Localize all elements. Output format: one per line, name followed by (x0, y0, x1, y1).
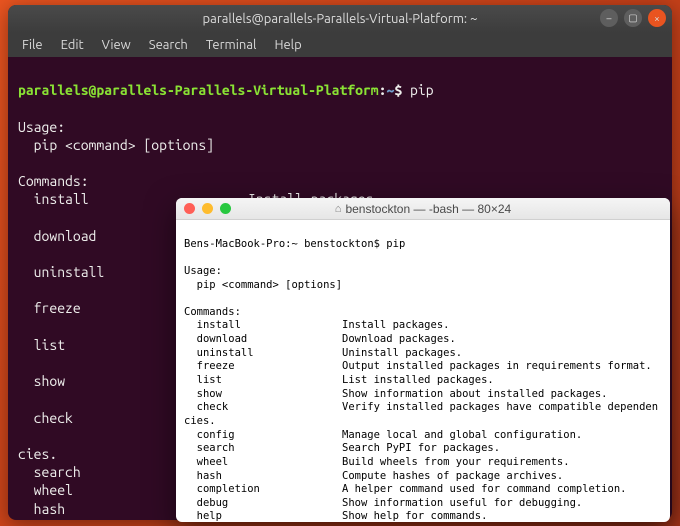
wrap-line: cies. (184, 415, 216, 427)
minimize-button[interactable] (202, 203, 213, 214)
ubuntu-command: pip (410, 82, 434, 98)
cmd-name: search (184, 442, 342, 456)
mac-window-title: benstockton — -bash — 80×24 (345, 202, 511, 216)
commands-label: Commands: (184, 306, 241, 318)
cmd-desc: A helper command used for command comple… (342, 483, 626, 495)
usage-label: Usage: (184, 265, 222, 277)
usage-label: Usage: (18, 119, 65, 135)
home-icon: ⌂ (335, 203, 342, 215)
cmd-name: freeze (184, 360, 342, 374)
cmd-desc: List installed packages. (342, 374, 494, 386)
cmd-name: install (184, 319, 342, 333)
mac-command: pip (386, 238, 405, 250)
cmd-name: wheel (18, 482, 73, 498)
menu-file[interactable]: File (14, 36, 51, 54)
mac-prompt: Bens-MacBook-Pro:~ benstockton$ (184, 238, 386, 250)
cmd-name: completion (18, 519, 112, 520)
cmd-name: completion (184, 483, 342, 497)
ubuntu-window-controls: – ▢ × (600, 9, 666, 27)
close-button[interactable] (184, 203, 195, 214)
cmd-name: hash (18, 501, 65, 517)
maximize-button[interactable]: ▢ (624, 9, 642, 27)
cmd-desc: Download packages. (342, 333, 456, 345)
ubuntu-titlebar: parallels@parallels-Parallels-Virtual-Pl… (8, 5, 672, 33)
menu-edit[interactable]: Edit (53, 36, 92, 54)
ubuntu-window-title: parallels@parallels-Parallels-Virtual-Pl… (203, 12, 478, 26)
zoom-button[interactable] (220, 203, 231, 214)
cmd-name: check (184, 401, 342, 415)
usage-line: pip <command> [options] (18, 137, 214, 153)
cmd-name: wheel (184, 456, 342, 470)
wrap-line: cies. (18, 446, 57, 462)
cmd-desc: Uninstall packages. (342, 347, 462, 359)
mac-window-controls (184, 203, 231, 214)
mac-terminal-output[interactable]: Bens-MacBook-Pro:~ benstockton$ pip Usag… (176, 220, 670, 522)
cmd-desc: Verify installed packages have compatibl… (342, 401, 658, 413)
menu-terminal[interactable]: Terminal (198, 36, 265, 54)
mac-titlebar: ⌂ benstockton — -bash — 80×24 (176, 198, 670, 220)
cmd-desc: Search PyPI for packages. (342, 442, 500, 454)
usage-line: pip <command> [options] (184, 279, 342, 291)
cmd-desc: Install packages. (342, 319, 449, 331)
cmd-desc: Compute hashes of package archives. (342, 470, 563, 482)
prompt-tail: $ (394, 82, 410, 98)
close-button[interactable]: × (648, 9, 666, 27)
cmd-name: help (184, 510, 342, 522)
cmd-desc: Show information about installed package… (342, 388, 608, 400)
cmd-name: uninstall (184, 347, 342, 361)
cmd-name: hash (184, 470, 342, 484)
commands-label: Commands: (18, 173, 89, 189)
menu-search[interactable]: Search (141, 36, 196, 54)
prompt-user: parallels@parallels-Parallels-Virtual-Pl… (18, 82, 379, 98)
cmd-desc: Output installed packages in requirement… (342, 360, 652, 372)
cmd-name: config (184, 429, 342, 443)
cmd-name: list (184, 374, 342, 388)
cmd-name: download (184, 333, 342, 347)
cmd-desc: Build wheels from your requirements. (342, 456, 570, 468)
menu-help[interactable]: Help (266, 36, 309, 54)
ubuntu-menubar: File Edit View Search Terminal Help (8, 33, 672, 57)
cmd-name: debug (184, 497, 342, 511)
cmd-desc: Show help for commands. (342, 510, 487, 522)
cmd-desc: Show information useful for debugging. (342, 497, 582, 509)
cmd-name: show (184, 388, 342, 402)
cmd-name: search (18, 464, 81, 480)
minimize-button[interactable]: – (600, 9, 618, 27)
menu-view[interactable]: View (94, 36, 139, 54)
cmd-desc: Manage local and global configuration. (342, 429, 582, 441)
mac-terminal-window: ⌂ benstockton — -bash — 80×24 Bens-MacBo… (176, 198, 670, 522)
